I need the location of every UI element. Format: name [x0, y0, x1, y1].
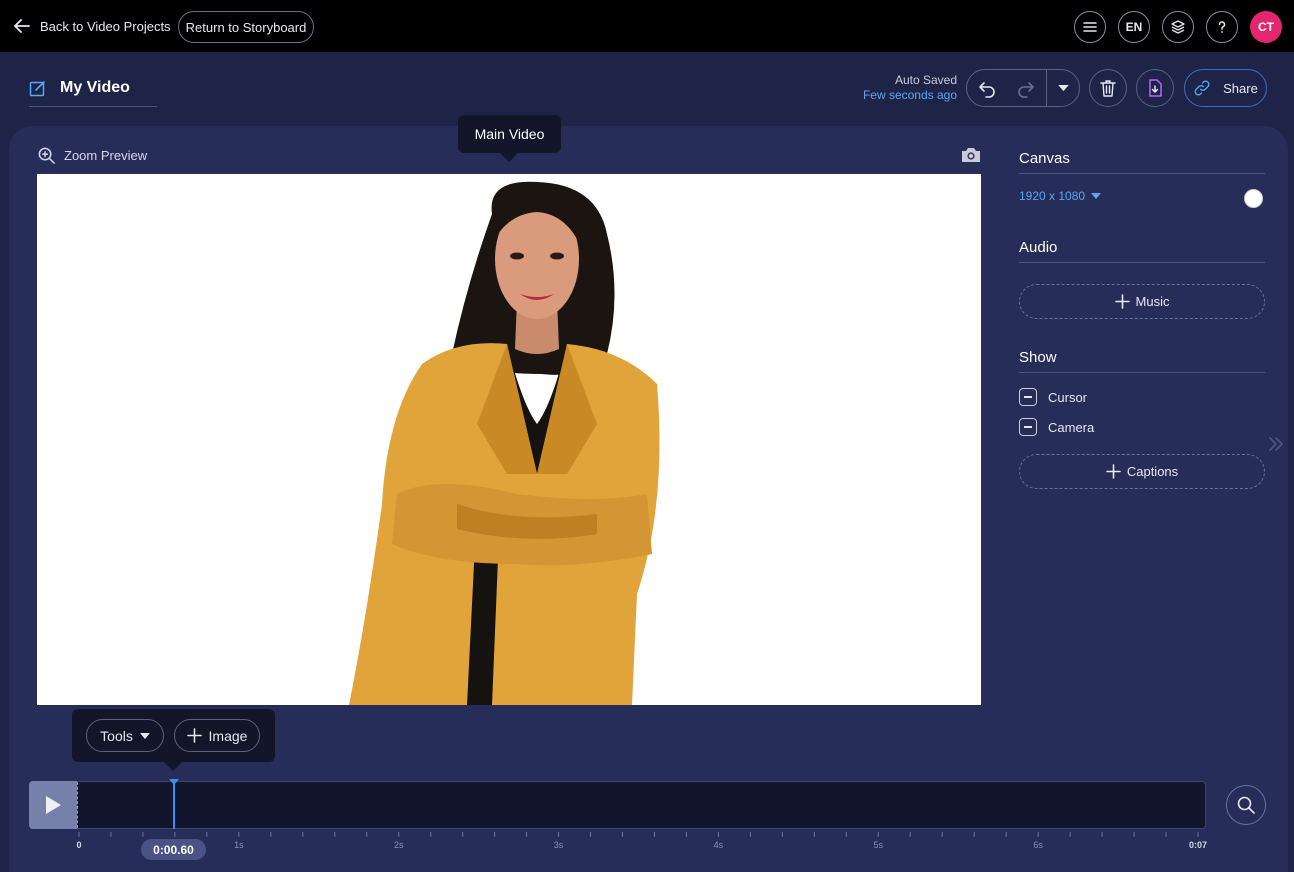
- camera-icon[interactable]: [960, 146, 982, 164]
- zoom-in-icon: [38, 147, 55, 164]
- delete-button[interactable]: [1089, 69, 1127, 107]
- autosave-status: Auto Saved Few seconds ago: [830, 73, 957, 103]
- return-to-storyboard-button[interactable]: Return to Storyboard: [178, 11, 314, 43]
- tools-popover: Tools Image: [72, 709, 275, 771]
- tools-label: Tools: [100, 727, 133, 744]
- presenter-image: [349, 181, 660, 705]
- share-label: Share: [1223, 80, 1258, 96]
- caret-down-icon: [1057, 84, 1069, 91]
- current-time-badge: 0:00.60: [141, 839, 206, 860]
- language-button[interactable]: EN: [1118, 11, 1150, 43]
- cursor-toggle[interactable]: Cursor: [1019, 388, 1087, 406]
- edit-icon: [29, 81, 45, 97]
- search-icon: [1237, 796, 1255, 814]
- tools-dropdown-button[interactable]: Tools: [86, 719, 164, 752]
- canvas-size-dropdown[interactable]: 1920 x 1080: [1019, 189, 1102, 203]
- tick-label: 6s: [1033, 840, 1043, 850]
- top-bar: Back to Video Projects Return to Storybo…: [0, 0, 1294, 52]
- tick-label: 5s: [873, 840, 884, 850]
- video-title: My Video: [60, 79, 130, 96]
- redo-icon: [1018, 82, 1035, 98]
- share-button[interactable]: Share: [1184, 69, 1267, 107]
- question-mark-icon: [1218, 21, 1226, 33]
- canvas-size-value: 1920 x 1080: [1019, 189, 1086, 203]
- timeline-search-button[interactable]: [1226, 785, 1266, 825]
- captions-label: Captions: [1126, 464, 1179, 479]
- camera-toggle[interactable]: Camera: [1019, 418, 1094, 436]
- camera-label: Camera: [1048, 419, 1095, 435]
- minus-icon: [1019, 418, 1037, 436]
- menu-button[interactable]: [1074, 11, 1106, 43]
- image-label: Image: [208, 727, 248, 744]
- timeline-track[interactable]: [29, 781, 1206, 829]
- timeline-ruler: [29, 829, 1206, 859]
- redo-button[interactable]: [1007, 70, 1047, 106]
- caret-down-icon: [1091, 193, 1102, 199]
- help-button[interactable]: [1206, 11, 1238, 43]
- hamburger-icon: [1083, 22, 1097, 32]
- play-button[interactable]: [29, 781, 77, 829]
- arrow-left-icon: [14, 19, 30, 33]
- layers-icon: [1171, 20, 1185, 34]
- layers-button[interactable]: [1162, 11, 1194, 43]
- back-to-projects-link[interactable]: Back to Video Projects: [12, 14, 171, 38]
- add-captions-button[interactable]: Captions: [1019, 454, 1265, 489]
- autosave-label: Auto Saved: [894, 73, 957, 87]
- plus-icon: [1114, 294, 1130, 309]
- user-avatar[interactable]: CT: [1250, 11, 1282, 43]
- zoom-preview-button[interactable]: Zoom Preview: [37, 145, 147, 165]
- add-music-button[interactable]: Music: [1019, 284, 1265, 319]
- download-file-icon: [1149, 79, 1162, 97]
- video-title-field[interactable]: My Video: [29, 76, 157, 107]
- language-label: EN: [1125, 20, 1143, 34]
- canvas-heading: Canvas: [1019, 150, 1265, 174]
- video-preview[interactable]: [37, 174, 981, 705]
- double-chevron-right-icon[interactable]: [1266, 434, 1286, 454]
- caret-down-icon: [139, 732, 150, 739]
- add-image-button[interactable]: Image: [174, 719, 260, 752]
- undo-redo-group: [966, 69, 1080, 107]
- play-icon: [46, 796, 61, 814]
- ruler-ticks: [78, 832, 1199, 837]
- autosave-time: Few seconds ago: [862, 88, 957, 102]
- music-label: Music: [1135, 294, 1170, 309]
- plus-icon: [1106, 464, 1121, 479]
- cursor-label: Cursor: [1048, 389, 1088, 405]
- undo-button[interactable]: [967, 70, 1007, 106]
- playhead[interactable]: [173, 781, 175, 829]
- trim-start-marker[interactable]: [77, 782, 78, 828]
- trash-icon: [1100, 80, 1116, 97]
- export-button[interactable]: [1136, 69, 1174, 107]
- tick-label: 2s: [393, 840, 404, 850]
- tick-label: 1s: [234, 840, 244, 850]
- tick-label: 0: [76, 840, 82, 850]
- canvas-color-swatch[interactable]: [1244, 189, 1263, 208]
- back-link-label: Back to Video Projects: [40, 18, 171, 34]
- tick-label: 3s: [553, 840, 564, 850]
- show-heading: Show: [1019, 349, 1265, 373]
- audio-heading: Audio: [1019, 239, 1265, 263]
- undo-icon: [979, 82, 995, 98]
- tick-label: 0:07: [1188, 840, 1208, 850]
- plus-icon: [186, 728, 202, 743]
- history-dropdown-button[interactable]: [1047, 70, 1079, 106]
- main-video-tooltip: Main Video: [458, 115, 561, 162]
- zoom-preview-label: Zoom Preview: [64, 147, 148, 163]
- minus-icon: [1019, 388, 1037, 406]
- link-icon: [1194, 80, 1210, 96]
- tick-label: 4s: [713, 840, 724, 850]
